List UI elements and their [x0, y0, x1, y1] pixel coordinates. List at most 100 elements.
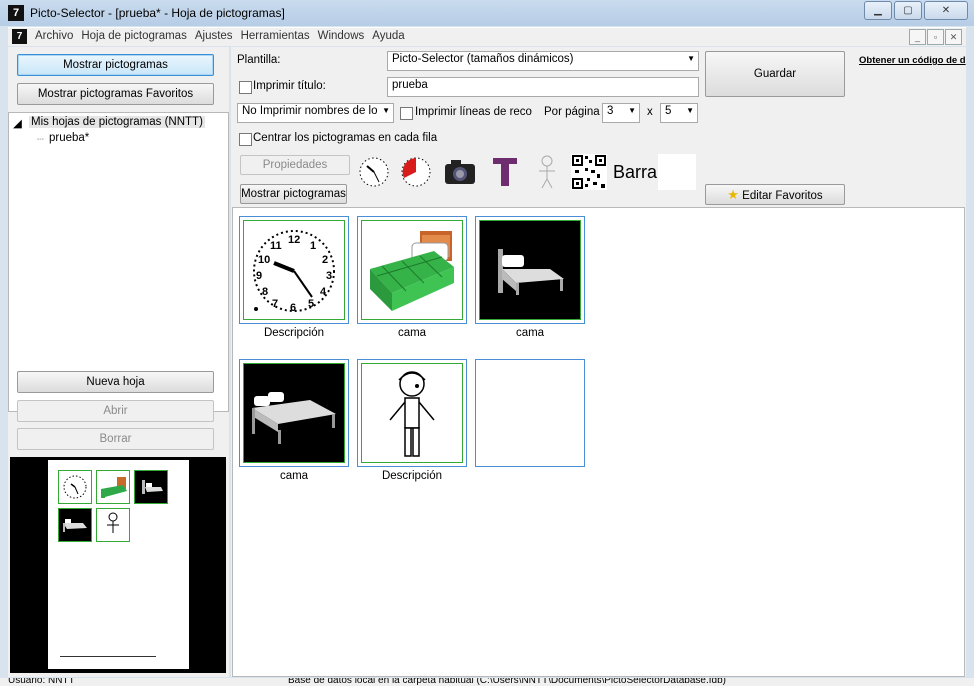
- qr-code-icon[interactable]: [571, 154, 607, 190]
- minimize-button[interactable]: ▁: [864, 1, 892, 20]
- times-sign: x: [647, 106, 653, 118]
- tree-expand-icon[interactable]: ◢: [13, 116, 22, 130]
- bed-dark-icon: [479, 220, 581, 320]
- menu-ayuda[interactable]: Ayuda: [372, 30, 404, 42]
- status-bar: Usuario: NNTT Base de datos local en la …: [0, 678, 974, 686]
- print-title-label: Imprimir título:: [253, 80, 326, 92]
- delete-button[interactable]: Borrar: [17, 428, 214, 450]
- mdi-close-button[interactable]: ✕: [945, 29, 962, 45]
- pictogram-cell[interactable]: [357, 216, 467, 324]
- preview-page: [48, 460, 189, 669]
- preview-thumb-bed-dark: [134, 470, 168, 504]
- tree-item-prueba[interactable]: prueba*: [49, 132, 89, 144]
- print-lines-checkbox[interactable]: [400, 107, 413, 120]
- show-favorites-button[interactable]: Mostrar pictogramas Favoritos: [17, 83, 214, 105]
- menu-ajustes[interactable]: Ajustes: [195, 30, 233, 42]
- chevron-down-icon: ▼: [382, 106, 390, 115]
- menu-hoja-de-pictogramas[interactable]: Hoja de pictogramas: [81, 30, 186, 42]
- pictogram-cell[interactable]: [475, 216, 585, 324]
- blank-tool-slot[interactable]: [658, 154, 696, 190]
- star-icon: ★: [727, 187, 739, 202]
- camera-icon[interactable]: [442, 154, 478, 190]
- per-page-label: Por página: [544, 106, 600, 118]
- pictogram-caption: cama: [515, 327, 545, 339]
- pie-clock-icon[interactable]: [398, 154, 434, 190]
- center-checkbox[interactable]: [239, 133, 252, 146]
- template-select-value: Picto-Selector (tamaños dinámicos): [392, 53, 574, 65]
- mdi-restore-button[interactable]: ▫: [927, 29, 944, 45]
- document-icon[interactable]: 7: [12, 29, 27, 44]
- svg-text:7: 7: [272, 298, 278, 310]
- preview-thumb-person: [96, 508, 130, 542]
- main-panel: Plantilla: Picto-Selector (tamaños dinám…: [231, 47, 966, 677]
- bed-dark-icon: [243, 363, 345, 463]
- svg-text:1: 1: [310, 240, 316, 252]
- clock-icon[interactable]: [356, 154, 392, 190]
- pictogram-canvas[interactable]: 12 1 2 3 4 5 6 7 8 9 10 11 Descripción c…: [232, 207, 965, 677]
- open-button[interactable]: Abrir: [17, 400, 214, 422]
- print-preview: [10, 457, 226, 673]
- show-pictograms-toolbar-button[interactable]: Mostrar pictogramas: [240, 184, 347, 204]
- title-input[interactable]: prueba: [387, 77, 699, 97]
- window-title: Picto-Selector - [prueba* - Hoja de pict…: [30, 6, 285, 20]
- per-page-rows-select[interactable]: 5 ▼: [660, 103, 698, 123]
- template-label: Plantilla:: [237, 54, 281, 66]
- names-select-value: No Imprimir nombres de lo: [242, 105, 378, 117]
- show-pictograms-button[interactable]: Mostrar pictogramas: [17, 54, 214, 76]
- tree-connector: ┄: [37, 134, 44, 146]
- new-sheet-button[interactable]: Nueva hoja: [17, 371, 214, 393]
- barcode-button[interactable]: Barra: [613, 162, 657, 183]
- pictogram-cell[interactable]: 12 1 2 3 4 5 6 7 8 9 10 11: [239, 216, 349, 324]
- sheets-tree[interactable]: ◢ Mis hojas de pictogramas (NNTT) ┄ prue…: [8, 112, 229, 412]
- preview-thumb-bed: [96, 470, 130, 504]
- center-label: Centrar los pictogramas en cada fila: [253, 132, 438, 144]
- pictogram-caption: cama: [279, 470, 309, 482]
- pictogram-cell[interactable]: [357, 359, 467, 467]
- svg-text:8: 8: [262, 286, 268, 298]
- edit-favorites-label: Editar Favoritos: [742, 190, 823, 202]
- get-code-link[interactable]: Obtener un código de d: [859, 55, 966, 66]
- chevron-down-icon: ▼: [687, 54, 695, 63]
- bed-green-icon: [361, 220, 463, 320]
- pictogram-cell[interactable]: [239, 359, 349, 467]
- left-panel: Mostrar pictogramas Mostrar pictogramas …: [8, 47, 229, 677]
- svg-text:6: 6: [290, 302, 296, 314]
- svg-text:11: 11: [270, 240, 282, 252]
- text-icon[interactable]: [487, 154, 523, 190]
- mdi-minimize-button[interactable]: _: [909, 29, 926, 45]
- template-select[interactable]: Picto-Selector (tamaños dinámicos) ▼: [387, 51, 699, 71]
- maximize-button[interactable]: ▢: [894, 1, 922, 20]
- preview-footer-line: [60, 656, 156, 657]
- svg-text:9: 9: [256, 270, 262, 282]
- menu-archivo[interactable]: Archivo: [35, 30, 73, 42]
- menu-bar: 7 Archivo Hoja de pictogramas Ajustes He…: [8, 27, 966, 46]
- per-page-cols-select[interactable]: 3 ▼: [602, 103, 640, 123]
- preview-thumb-bed-dark-2: [58, 508, 92, 542]
- chevron-down-icon: ▼: [628, 106, 636, 115]
- names-select[interactable]: No Imprimir nombres de lo ▼: [237, 103, 394, 123]
- menu-windows[interactable]: Windows: [318, 30, 365, 42]
- print-title-checkbox[interactable]: [239, 81, 252, 94]
- menu-herramientas[interactable]: Herramientas: [241, 30, 310, 42]
- edit-favorites-button[interactable]: ★ Editar Favoritos: [705, 184, 845, 205]
- close-button[interactable]: ✕: [924, 1, 968, 20]
- app-logo-icon: 7: [8, 5, 24, 21]
- title-bar: 7 Picto-Selector - [prueba* - Hoja de pi…: [0, 0, 974, 26]
- svg-text:12: 12: [288, 234, 300, 246]
- per-page-cols-value: 3: [607, 105, 614, 117]
- save-button[interactable]: Guardar: [705, 51, 845, 97]
- pictogram-caption: cama: [397, 327, 427, 339]
- svg-text:5: 5: [308, 298, 314, 310]
- tree-item-root[interactable]: Mis hojas de pictogramas (NNTT): [29, 116, 205, 128]
- print-lines-label: Imprimir líneas de reco: [415, 106, 532, 118]
- properties-button[interactable]: Propiedades: [240, 155, 350, 175]
- pictogram-caption: Descripción: [263, 327, 325, 339]
- status-database: Base de datos local en la carpeta habitu…: [288, 678, 726, 686]
- pictogram-cell-empty[interactable]: [475, 359, 585, 467]
- chevron-down-icon: ▼: [686, 106, 694, 115]
- preview-thumb-clock: [58, 470, 92, 504]
- svg-text:2: 2: [322, 254, 328, 266]
- clock-icon: 12 1 2 3 4 5 6 7 8 9 10 11: [243, 220, 345, 320]
- person-outline-icon[interactable]: [529, 154, 565, 190]
- svg-text:3: 3: [326, 270, 332, 282]
